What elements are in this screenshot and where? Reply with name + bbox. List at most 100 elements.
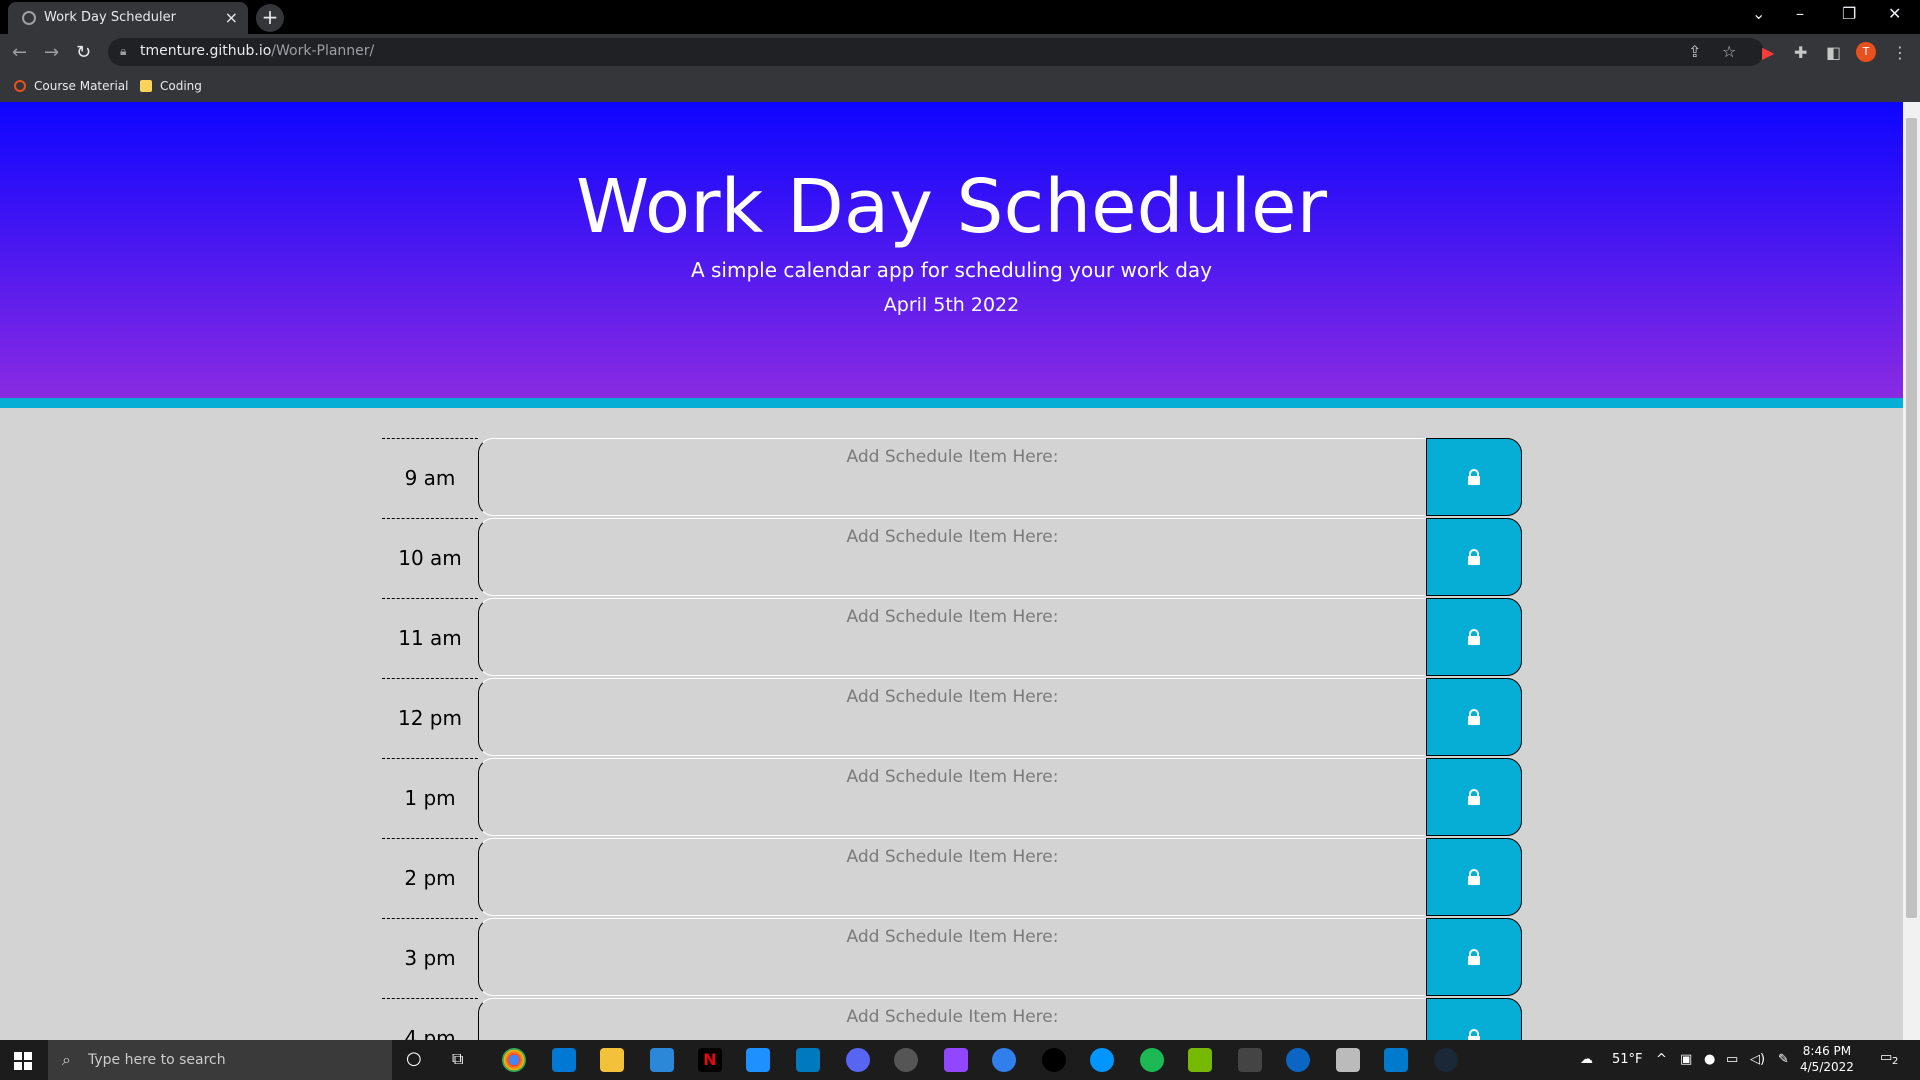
lock-icon [1468, 949, 1480, 965]
chrome-icon[interactable] [502, 1048, 526, 1072]
schedule-textarea[interactable]: Add Schedule Item Here: [478, 518, 1426, 596]
tray-chevron-icon[interactable]: ^ [1656, 1052, 1667, 1067]
page-title: Work Day Scheduler [575, 164, 1328, 250]
lock-icon [1468, 709, 1480, 725]
windows-start-icon[interactable] [14, 1052, 32, 1070]
bookmark-coding[interactable]: Coding [140, 79, 202, 93]
app-icon[interactable] [1336, 1048, 1360, 1072]
hour-label: 11 am [382, 598, 478, 676]
page-scrollbar[interactable] [1903, 102, 1920, 1040]
store-icon[interactable] [650, 1048, 674, 1072]
close-tab-icon[interactable]: × [225, 8, 238, 27]
schedule-textarea[interactable]: Add Schedule Item Here: [478, 838, 1426, 916]
network-icon[interactable]: ▭ [1726, 1052, 1738, 1067]
netflix-icon[interactable]: N [698, 1048, 722, 1072]
schedule-textarea[interactable]: Add Schedule Item Here: [478, 678, 1426, 756]
system-clock[interactable]: 8:46 PM 4/5/2022 [1800, 1043, 1854, 1075]
volume-icon[interactable]: ◁) [1750, 1052, 1765, 1067]
pen-icon[interactable]: ✎ [1778, 1052, 1789, 1067]
browser-tab-strip: Work Day Scheduler × + ⌄ – ❐ ✕ [0, 0, 1920, 34]
new-tab-button[interactable]: + [256, 4, 284, 32]
back-icon[interactable]: ← [12, 42, 27, 63]
schedule-textarea[interactable]: Add Schedule Item Here: [478, 758, 1426, 836]
side-panel-icon[interactable]: ◧ [1826, 43, 1841, 62]
profile-avatar[interactable]: T [1856, 42, 1876, 62]
time-block: 2 pm Add Schedule Item Here: [382, 838, 1522, 916]
save-button[interactable] [1426, 438, 1522, 516]
schedule-textarea[interactable]: Add Schedule Item Here: [478, 438, 1426, 516]
bookmarks-bar: Course Material Coding [0, 70, 1920, 102]
save-button[interactable] [1426, 758, 1522, 836]
extensions-puzzle-icon[interactable]: ✚ [1794, 43, 1807, 62]
bookmark-star-icon[interactable]: ☆ [1722, 42, 1736, 61]
twitch-icon[interactable] [944, 1048, 968, 1072]
time-block: 12 pm Add Schedule Item Here: [382, 678, 1522, 756]
weather-temp[interactable]: 51°F [1612, 1052, 1643, 1067]
header-jumbotron: Work Day Scheduler A simple calendar app… [0, 102, 1903, 408]
current-date: April 5th 2022 [883, 294, 1020, 316]
lock-icon [1468, 789, 1480, 805]
time-block: 11 am Add Schedule Item Here: [382, 598, 1522, 676]
time-block: 4 pm Add Schedule Item Here: [382, 998, 1522, 1040]
spotify-icon[interactable] [1140, 1048, 1164, 1072]
save-button[interactable] [1426, 598, 1522, 676]
taskbar-search[interactable]: ⌕ Type here to search [48, 1040, 392, 1080]
hour-label: 1 pm [382, 758, 478, 836]
browser-toolbar: ← → ↻ 🔒︎ tmenture.github.io/Work-Planner… [0, 34, 1920, 70]
minimize-icon[interactable]: – [1796, 4, 1804, 23]
vscode-icon[interactable] [1384, 1048, 1408, 1072]
time-block: 10 am Add Schedule Item Here: [382, 518, 1522, 596]
task-view-icon[interactable]: ⧉ [452, 1049, 463, 1069]
hour-label: 4 pm [382, 998, 478, 1040]
app-icon[interactable] [1042, 1048, 1066, 1072]
schedule-textarea[interactable]: Add Schedule Item Here: [478, 998, 1426, 1040]
menu-icon[interactable]: ⋮ [1892, 43, 1908, 62]
search-icon: ⌕ [62, 1050, 71, 1069]
browser-tab[interactable]: Work Day Scheduler × [8, 2, 248, 34]
microphone-icon[interactable]: ● [1704, 1052, 1715, 1067]
tab-title: Work Day Scheduler [44, 10, 176, 25]
lock-icon [1468, 1029, 1480, 1040]
page-subtitle: A simple calendar app for scheduling you… [690, 258, 1213, 282]
schedule-textarea[interactable]: Add Schedule Item Here: [478, 918, 1426, 996]
notifications-icon[interactable]: ▭ [1880, 1050, 1892, 1065]
app-icon[interactable] [1238, 1048, 1262, 1072]
mail-icon[interactable] [552, 1048, 576, 1072]
page-content: Work Day Scheduler A simple calendar app… [0, 102, 1903, 1040]
extension-icon[interactable]: ▶ [1762, 43, 1774, 62]
tab-search-icon[interactable]: ⌄ [1752, 4, 1765, 23]
reload-icon[interactable]: ↻ [76, 42, 91, 63]
save-button[interactable] [1426, 998, 1522, 1040]
close-window-icon[interactable]: ✕ [1888, 4, 1901, 23]
share-icon[interactable]: ⇪ [1688, 42, 1701, 61]
folder-icon [140, 80, 152, 92]
cloud-weather-icon[interactable]: ☁ [1580, 1052, 1593, 1067]
bookmark-course-material[interactable]: Course Material [14, 79, 128, 93]
schedule-textarea[interactable]: Add Schedule Item Here: [478, 598, 1426, 676]
app-icon[interactable] [1090, 1048, 1114, 1072]
nvidia-icon[interactable] [1188, 1048, 1212, 1072]
address-bar[interactable]: 🔒︎ tmenture.github.io/Work-Planner/ ⇪ ☆ [108, 38, 1764, 66]
scrollbar-thumb[interactable] [1906, 118, 1917, 918]
nvidia-tray-icon[interactable]: ▣ [1680, 1052, 1692, 1067]
bookmark-favicon-icon [14, 80, 26, 92]
app-icon[interactable] [992, 1048, 1016, 1072]
steam-icon[interactable] [1434, 1048, 1458, 1072]
save-button[interactable] [1426, 918, 1522, 996]
cortana-icon[interactable]: ○ [406, 1048, 422, 1069]
save-button[interactable] [1426, 838, 1522, 916]
hour-label: 12 pm [382, 678, 478, 756]
app-icon[interactable] [1286, 1048, 1310, 1072]
discord-icon[interactable] [846, 1048, 870, 1072]
save-button[interactable] [1426, 518, 1522, 596]
app-icon[interactable] [746, 1048, 770, 1072]
save-button[interactable] [1426, 678, 1522, 756]
obs-icon[interactable] [894, 1048, 918, 1072]
windows-taskbar: ⌕ Type here to search ○ ⧉ N ☁ 51°F ^ ▣ ●… [0, 1040, 1920, 1080]
trello-icon[interactable] [796, 1048, 820, 1072]
forward-icon[interactable]: → [44, 42, 59, 63]
restore-icon[interactable]: ❐ [1842, 4, 1856, 23]
file-explorer-icon[interactable] [600, 1048, 624, 1072]
clock-date: 4/5/2022 [1800, 1060, 1854, 1074]
lock-icon [1468, 549, 1480, 565]
